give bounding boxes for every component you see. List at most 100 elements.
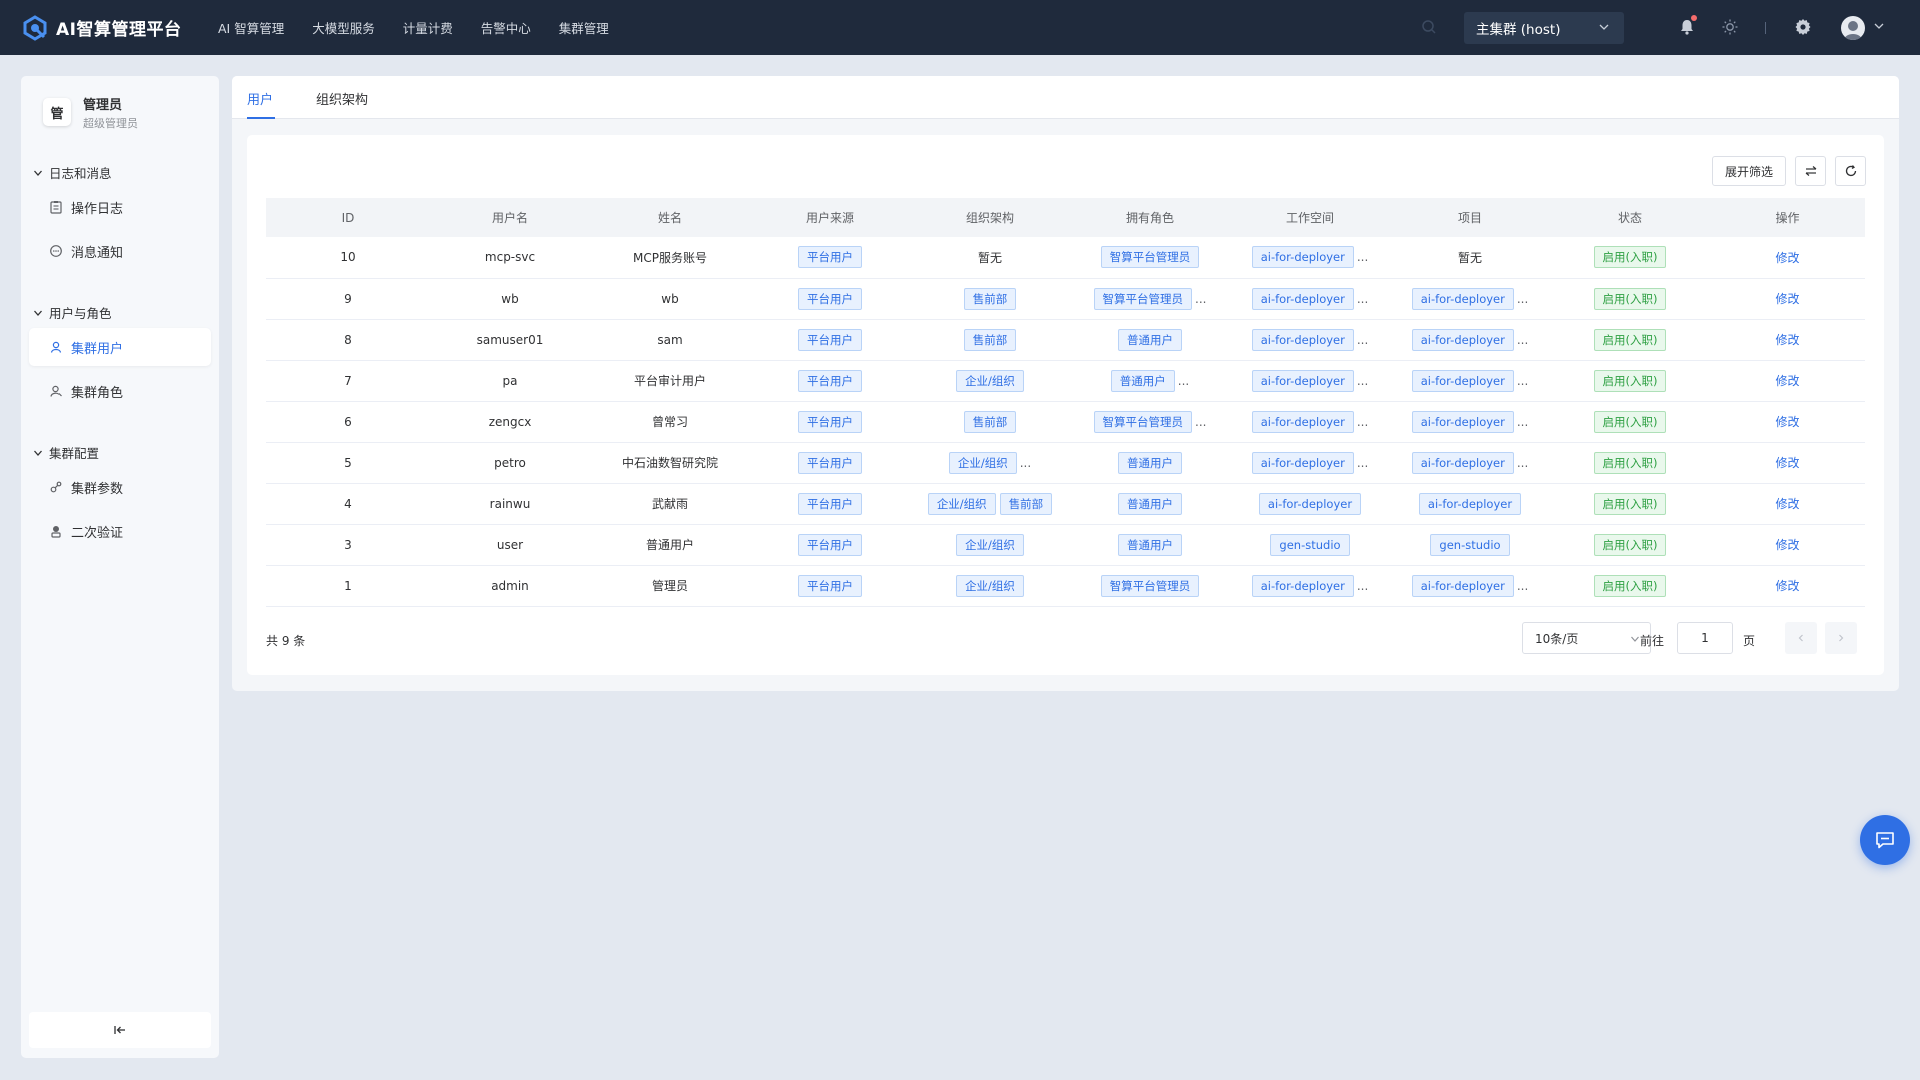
edit-link[interactable]: 修改 [1775, 292, 1799, 306]
sun-icon[interactable] [1721, 18, 1739, 36]
more-indicator[interactable]: ... [1357, 333, 1368, 347]
cell-action: 修改 [1710, 360, 1865, 401]
edit-link[interactable]: 修改 [1775, 251, 1799, 265]
cell-status: 启用(入职) [1550, 360, 1710, 401]
cell-id: 6 [344, 414, 352, 429]
cluster-select[interactable]: 主集群 (host) [1464, 12, 1624, 44]
more-indicator[interactable]: ... [1517, 456, 1528, 470]
workspace-tag: ai-for-deployer [1251, 246, 1354, 269]
status-badge: 启用(入职) [1593, 533, 1667, 556]
admin-role: 超级管理员 [83, 116, 138, 130]
chevron-down-icon [1599, 24, 1609, 30]
sidebar-item-cluster-users[interactable]: 集群用户 [29, 328, 211, 366]
brand[interactable]: AI智算管理平台 [22, 14, 192, 41]
cell-name: MCP服务账号 [633, 250, 707, 265]
group-cluster-config[interactable]: 集群配置 [33, 443, 99, 462]
tab-users[interactable]: 用户 [247, 89, 273, 108]
more-indicator[interactable]: ... [1517, 292, 1528, 306]
group-logs-messages[interactable]: 日志和消息 [33, 163, 112, 182]
table-row: 8 samuser01 sam 平台用户 售前部 普通用户 ai-for-deployer.… [266, 319, 1865, 360]
more-indicator[interactable]: ... [1020, 456, 1031, 470]
nav-item-llm-service[interactable]: 大模型服务 [312, 18, 375, 37]
more-indicator[interactable]: ... [1195, 292, 1206, 306]
org-tag: 企业/组织 [956, 574, 1024, 597]
more-indicator[interactable]: ... [1517, 415, 1528, 429]
more-indicator[interactable]: ... [1195, 415, 1206, 429]
cell-project: ai-for-deployer... [1390, 360, 1550, 401]
nav-item-cluster-management[interactable]: 集群管理 [559, 18, 609, 37]
cell-roles: 普通用户 [1070, 483, 1230, 524]
active-tab-indicator [247, 117, 275, 119]
nav-item-alert-center[interactable]: 告警中心 [481, 18, 531, 37]
more-indicator[interactable]: ... [1178, 374, 1189, 388]
cell-name: 普通用户 [645, 538, 694, 552]
edit-link[interactable]: 修改 [1775, 333, 1799, 347]
sidebar-item-operation-log[interactable]: 操作日志 [29, 188, 211, 226]
top-navbar: AI智算管理平台 AI 智算管理 大模型服务 计量计费 告警中心 集群管理 [0, 0, 1920, 55]
sidebar-item-message-notice[interactable]: 消息通知 [29, 232, 211, 270]
chevron-down-icon[interactable] [1873, 20, 1885, 32]
cell-status: 启用(入职) [1550, 524, 1710, 565]
cell-roles: 普通用户... [1070, 360, 1230, 401]
source-tag: 平台用户 [798, 574, 862, 597]
cell-workspace: ai-for-deployer... [1230, 237, 1390, 278]
sidebar-item-cluster-roles[interactable]: 集群角色 [29, 372, 211, 410]
column-settings-button[interactable] [1795, 156, 1826, 186]
avatar[interactable] [1841, 16, 1865, 40]
role-tag: 普通用户 [1118, 451, 1182, 474]
sidebar-item-cluster-params[interactable]: 集群参数 [29, 468, 211, 506]
collapse-sidebar-button[interactable] [29, 1012, 211, 1048]
sidebar-item-two-factor-auth[interactable]: 二次验证 [29, 512, 211, 550]
more-indicator[interactable]: ... [1357, 250, 1368, 264]
more-indicator[interactable]: ... [1357, 292, 1368, 306]
page-size-select[interactable]: 10条/页 [1522, 622, 1651, 654]
cell-id: 1 [344, 578, 352, 593]
chevron-left-icon [1798, 634, 1803, 642]
project-tag: ai-for-deployer [1418, 492, 1522, 515]
edit-link[interactable]: 修改 [1775, 456, 1799, 470]
edit-link[interactable]: 修改 [1775, 538, 1799, 552]
chat-support-button[interactable] [1860, 815, 1910, 865]
edit-link[interactable]: 修改 [1775, 579, 1799, 593]
cell-username: wb [501, 291, 519, 306]
expand-filter-button[interactable]: 展开筛选 [1712, 156, 1786, 186]
cell-project: ai-for-deployer... [1390, 401, 1550, 442]
nav-item-ai-compute[interactable]: AI 智算管理 [218, 18, 284, 37]
more-indicator[interactable]: ... [1517, 333, 1528, 347]
gear-icon[interactable] [1794, 18, 1812, 36]
cell-workspace: gen-studio [1230, 524, 1390, 565]
tab-org-structure[interactable]: 组织架构 [316, 89, 368, 108]
status-badge: 启用(入职) [1593, 410, 1667, 433]
more-indicator[interactable]: ... [1357, 579, 1368, 593]
cell-source: 平台用户 [750, 319, 910, 360]
cell-username: zengcx [488, 414, 532, 429]
status-badge: 启用(入职) [1593, 287, 1667, 310]
more-indicator[interactable]: ... [1517, 374, 1528, 388]
more-indicator[interactable]: ... [1517, 579, 1528, 593]
sidebar-item-label: 操作日志 [71, 201, 124, 217]
project-tag: ai-for-deployer [1411, 451, 1514, 474]
chevron-down-icon [34, 170, 42, 176]
more-indicator[interactable]: ... [1357, 456, 1368, 470]
clipboard-icon [50, 201, 62, 214]
cell-source: 平台用户 [750, 360, 910, 401]
goto-suffix: 页 [1743, 634, 1756, 648]
cell-source: 平台用户 [750, 483, 910, 524]
goto-page-input[interactable] [1677, 622, 1733, 654]
edit-link[interactable]: 修改 [1775, 415, 1799, 429]
column-header: 工作空间 [1285, 211, 1334, 225]
more-indicator[interactable]: ... [1357, 415, 1368, 429]
edit-link[interactable]: 修改 [1775, 374, 1799, 388]
refresh-button[interactable] [1835, 156, 1866, 186]
group-users-roles[interactable]: 用户与角色 [33, 303, 112, 322]
edit-link[interactable]: 修改 [1775, 497, 1799, 511]
prev-page-button[interactable] [1785, 622, 1817, 654]
more-indicator[interactable]: ... [1357, 374, 1368, 388]
nav-item-billing[interactable]: 计量计费 [403, 18, 453, 37]
cell-action: 修改 [1710, 524, 1865, 565]
cell-workspace: ai-for-deployer... [1230, 278, 1390, 319]
next-page-button[interactable] [1825, 622, 1857, 654]
search-icon[interactable] [1421, 19, 1437, 35]
status-badge: 启用(入职) [1593, 451, 1667, 474]
cell-name: sam [657, 332, 683, 347]
